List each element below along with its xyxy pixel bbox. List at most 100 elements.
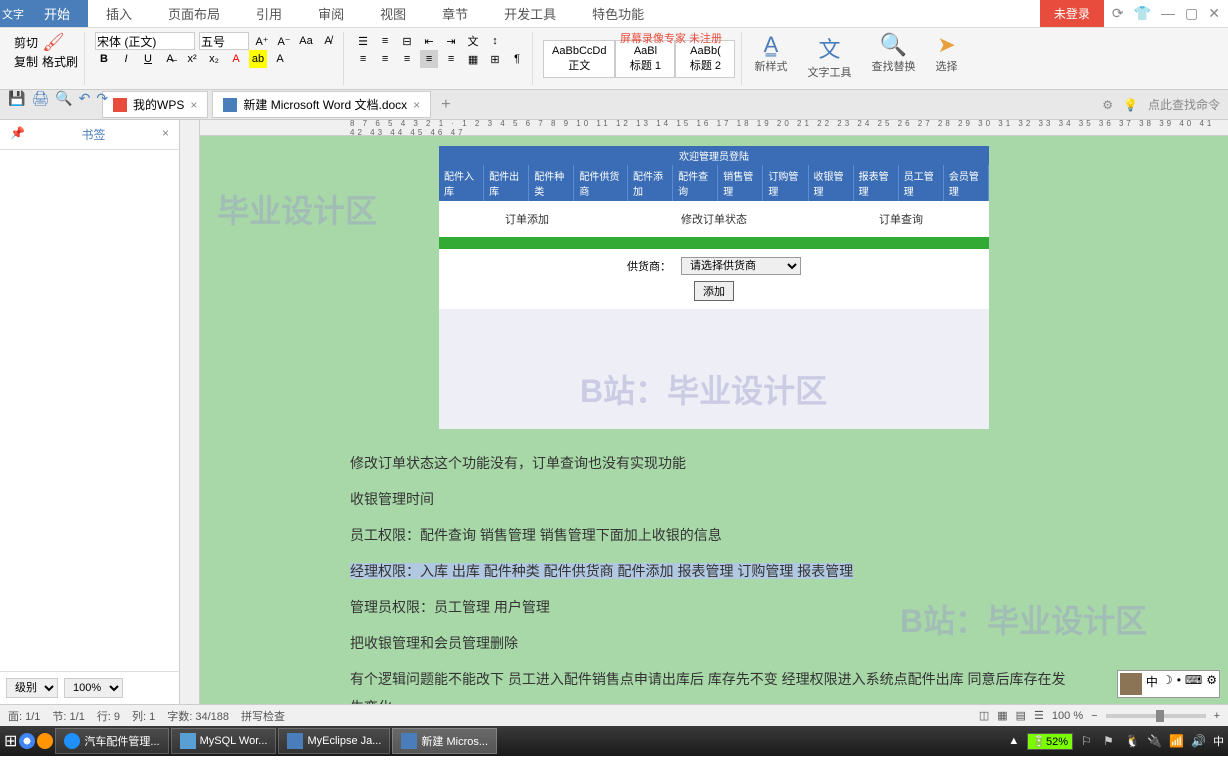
format-painter-button[interactable]: 格式刷 [42, 53, 78, 70]
tab-layout[interactable]: 页面布局 [150, 0, 238, 27]
char-shading-button[interactable]: A [271, 50, 289, 68]
find-replace-button[interactable]: 🔍 查找替换 [863, 32, 923, 85]
lang-indicator[interactable]: 中 [1213, 733, 1224, 749]
shading-button[interactable]: ▦ [464, 50, 482, 68]
tab-close-icon[interactable]: × [413, 98, 420, 112]
align-left-button[interactable]: ≡ [354, 50, 372, 68]
ime-lang[interactable]: 中 [1146, 673, 1158, 695]
font-name-select[interactable] [95, 32, 195, 50]
italic-button[interactable]: I [117, 50, 135, 68]
copy-button[interactable]: 复制 [14, 53, 38, 70]
qq-icon[interactable]: 🐧 [1125, 734, 1139, 748]
strike-button[interactable]: A̶ [161, 50, 179, 68]
zoom-in-button[interactable]: + [1214, 710, 1220, 722]
volume-icon[interactable]: 🔊 [1191, 734, 1205, 748]
view-mode-icon[interactable]: ▤ [1016, 709, 1026, 722]
indent-dec-button[interactable]: ⇤ [420, 32, 438, 50]
grow-font-button[interactable]: A⁺ [253, 32, 271, 50]
word-count[interactable]: 字数: 34/188 [167, 708, 229, 724]
brush-icon[interactable]: 🖌 [42, 32, 65, 53]
tab-reference[interactable]: 引用 [238, 0, 300, 27]
view-mode-icon[interactable]: ◫ [979, 709, 989, 722]
maximize-icon[interactable]: ▢ [1185, 5, 1198, 22]
login-button[interactable]: 未登录 [1040, 0, 1104, 27]
view-mode-icon[interactable]: ▦ [997, 709, 1007, 722]
border-button[interactable]: ⊞ [486, 50, 504, 68]
zoom-select[interactable]: 100% [64, 678, 123, 698]
font-color-button[interactable]: A [227, 50, 245, 68]
ime-dot-icon[interactable]: • [1177, 673, 1181, 695]
clear-format-button[interactable]: A̸ [319, 32, 337, 50]
tray-icon[interactable]: ▲ [1008, 735, 1019, 747]
settings-icon[interactable]: ⚙ [1102, 98, 1113, 112]
align-right-button[interactable]: ≡ [398, 50, 416, 68]
shrink-font-button[interactable]: A⁻ [275, 32, 293, 50]
indent-inc-button[interactable]: ⇥ [442, 32, 460, 50]
pin-icon[interactable]: 📌 [10, 126, 25, 143]
sync-icon[interactable]: ⟳ [1112, 5, 1124, 22]
ime-settings-icon[interactable]: ⚙ [1206, 673, 1217, 695]
text-direction-button[interactable]: 文 [464, 32, 482, 50]
show-marks-button[interactable]: ¶ [508, 50, 526, 68]
new-style-button[interactable]: A͇ 新样式 [746, 32, 795, 85]
align-center-button[interactable]: ≡ [376, 50, 394, 68]
ime-moon-icon[interactable]: ☽ [1162, 673, 1173, 695]
select-button[interactable]: ➤ 选择 [927, 32, 965, 85]
battery-indicator[interactable]: 🔋52% [1027, 733, 1073, 750]
start-button[interactable]: ⊞ [4, 731, 17, 751]
multilevel-button[interactable]: ⊟ [398, 32, 416, 50]
bullet-list-button[interactable]: ☰ [354, 32, 372, 50]
doc-tab-wps[interactable]: 我的WPS × [102, 91, 208, 118]
document-area[interactable]: 8 7 6 5 4 3 2 1 · 1 2 3 4 5 6 7 8 9 10 1… [200, 120, 1228, 704]
tab-dev[interactable]: 开发工具 [486, 0, 574, 27]
tab-start[interactable]: 开始 [26, 0, 88, 27]
add-tab-button[interactable]: + [435, 96, 456, 114]
tab-chapter[interactable]: 章节 [424, 0, 486, 27]
tab-view[interactable]: 视图 [362, 0, 424, 27]
taskbar-item[interactable]: MyEclipse Ja... [278, 728, 390, 754]
print-icon[interactable]: 🖨 [31, 90, 49, 107]
doc-paragraph[interactable]: 把收银管理和会员管理删除 [350, 629, 1078, 657]
search-commands[interactable]: 点此查找命令 [1148, 96, 1220, 113]
zoom-value[interactable]: 100 % [1052, 710, 1083, 722]
doc-paragraph[interactable]: 员工权限：配件查询 销售管理 销售管理下面加上收银的信息 [350, 521, 1078, 549]
doc-tab-word[interactable]: 新建 Microsoft Word 文档.docx × [212, 91, 431, 118]
panel-close-icon[interactable]: × [162, 126, 169, 143]
network-icon[interactable]: 📶 [1169, 734, 1183, 748]
firefox-icon[interactable] [37, 733, 53, 749]
subscript-button[interactable]: x₂ [205, 50, 223, 68]
change-case-button[interactable]: Aa [297, 32, 315, 50]
text-tool-button[interactable]: 文 文字工具 [799, 32, 859, 85]
chrome-icon[interactable] [19, 733, 35, 749]
save-icon[interactable]: 💾 [8, 90, 25, 107]
tab-special[interactable]: 特色功能 [574, 0, 662, 27]
ime-toolbar[interactable]: 中 ☽ • ⌨ ⚙ [1117, 670, 1220, 698]
ime-keyboard-icon[interactable]: ⌨ [1185, 673, 1202, 695]
cut-button[interactable]: 剪切 [14, 34, 38, 51]
action-center-icon[interactable]: ⚐ [1081, 734, 1095, 748]
view-mode-icon[interactable]: ☰ [1034, 709, 1044, 722]
minimize-icon[interactable]: — [1161, 5, 1175, 22]
zoom-slider[interactable] [1106, 714, 1206, 718]
number-list-button[interactable]: ≡ [376, 32, 394, 50]
doc-paragraph[interactable]: 有个逻辑问题能不能改下 员工进入配件销售点申请出库后 库存先不变 经理权限进入系… [350, 665, 1078, 704]
underline-button[interactable]: U [139, 50, 157, 68]
flag-icon[interactable]: ⚑ [1103, 734, 1117, 748]
taskbar-item[interactable]: 新建 Micros... [392, 728, 497, 754]
bold-button[interactable]: B [95, 50, 113, 68]
font-size-select[interactable] [199, 32, 249, 50]
selected-text[interactable]: 经理权限：入库 出库 配件种类 配件供货商 配件添加 报表管理 订购管理 报表管… [350, 563, 853, 579]
taskbar-item[interactable]: MySQL Wor... [171, 728, 277, 754]
document-text[interactable]: 修改订单状态这个功能没有，订单查询也没有实现功能 收银管理时间 员工权限：配件查… [350, 449, 1078, 704]
tab-close-icon[interactable]: × [190, 98, 197, 112]
doc-paragraph[interactable]: 收银管理时间 [350, 485, 1078, 513]
zoom-thumb[interactable] [1156, 710, 1164, 722]
superscript-button[interactable]: x² [183, 50, 201, 68]
preview-icon[interactable]: 🔍 [55, 90, 72, 107]
distribute-button[interactable]: ≡ [442, 50, 460, 68]
close-icon[interactable]: ✕ [1208, 5, 1220, 22]
doc-paragraph[interactable]: 修改订单状态这个功能没有，订单查询也没有实现功能 [350, 449, 1078, 477]
tab-insert[interactable]: 插入 [88, 0, 150, 27]
zoom-out-button[interactable]: − [1091, 710, 1097, 722]
line-spacing-button[interactable]: ↕ [486, 32, 504, 50]
